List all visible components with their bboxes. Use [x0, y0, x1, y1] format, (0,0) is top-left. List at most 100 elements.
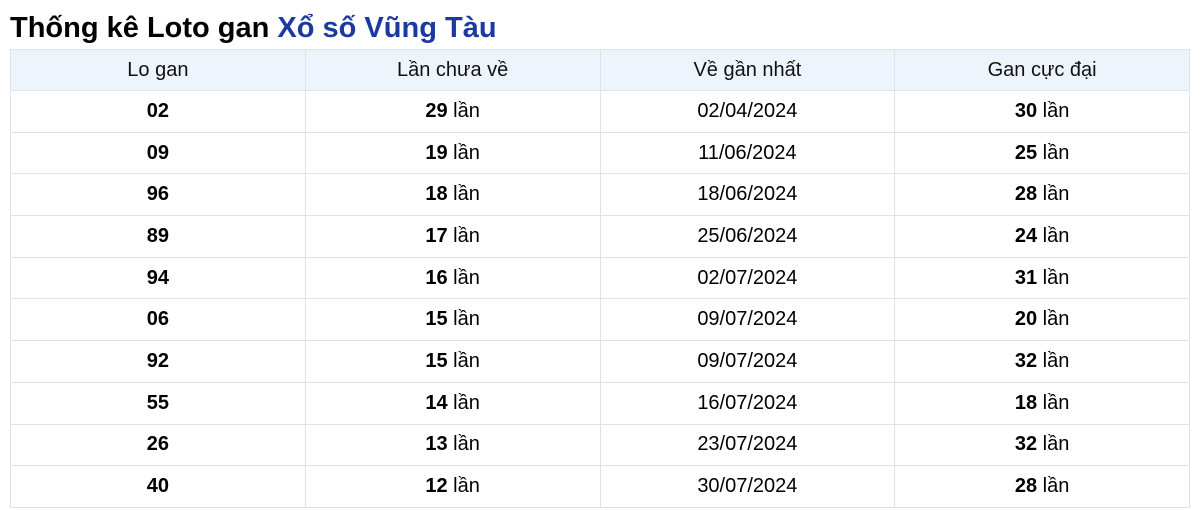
gan-cuc-dai-value: 25 [1014, 141, 1038, 164]
cell-lan-chua-ve: 29 lần [304, 90, 601, 133]
cell-gan-cuc-dai: 32 lần [894, 423, 1190, 467]
cell-lan-chua-ve: 18 lần [304, 173, 601, 217]
last-date-link[interactable]: 11/06/2024 [698, 142, 797, 164]
unit-label: lần [453, 475, 480, 498]
cell-lan-chua-ve: 15 lần [304, 298, 601, 342]
cell-lan-chua-ve: 13 lần [304, 423, 601, 467]
lo-number: 55 [146, 391, 169, 414]
lo-number: 26 [146, 433, 169, 456]
title-highlight-link[interactable]: Xổ số Vũng Tàu [277, 12, 496, 44]
lan-chua-ve-value: 17 [425, 224, 448, 247]
last-date-link[interactable]: 25/06/2024 [697, 225, 797, 247]
lo-number: 40 [146, 475, 169, 498]
cell-lo-gan: 94 [10, 256, 306, 300]
unit-label: lần [453, 391, 480, 414]
lo-number: 02 [146, 99, 169, 122]
gan-cuc-dai-value: 24 [1014, 224, 1038, 247]
cell-ve-gan-nhat: 16/07/2024 [599, 381, 896, 425]
unit-label: lần [453, 99, 480, 122]
loto-gan-table: Lo gan Lần chưa về Về gần nhất Gan cực đ… [10, 49, 1190, 508]
cell-gan-cuc-dai: 24 lần [894, 215, 1190, 258]
unit-label: lần [1042, 99, 1070, 122]
cell-lan-chua-ve: 14 lần [304, 381, 601, 425]
last-date-link[interactable]: 30/07/2024 [697, 475, 797, 497]
cell-gan-cuc-dai: 28 lần [894, 465, 1190, 508]
unit-label: lần [1042, 266, 1070, 289]
last-date-link[interactable]: 02/07/2024 [697, 267, 797, 289]
table-row: 96 18 lần 18/06/2024 28 lần [10, 173, 1190, 217]
page-title: Thống kê Loto gan Xổ số Vũng Tàu [10, 9, 497, 47]
gan-cuc-dai-value: 31 [1014, 266, 1038, 289]
unit-label: lần [1042, 308, 1070, 331]
cell-lo-gan: 89 [10, 215, 306, 258]
cell-ve-gan-nhat: 02/04/2024 [599, 90, 896, 133]
lan-chua-ve-value: 15 [425, 349, 448, 372]
table-row: 89 17 lần 25/06/2024 24 lần [10, 215, 1190, 258]
lan-chua-ve-value: 13 [425, 433, 448, 456]
last-date-link[interactable]: 16/07/2024 [697, 392, 797, 414]
table-row: 55 14 lần 16/07/2024 18 lần [10, 381, 1190, 425]
unit-label: lần [1042, 475, 1070, 498]
table-header-row: Lo gan Lần chưa về Về gần nhất Gan cực đ… [10, 49, 1190, 91]
cell-ve-gan-nhat: 09/07/2024 [599, 298, 896, 342]
unit-label: lần [453, 141, 480, 164]
last-date-link[interactable]: 23/07/2024 [697, 433, 797, 455]
unit-label: lần [453, 183, 480, 206]
cell-ve-gan-nhat: 25/06/2024 [599, 215, 896, 258]
cell-ve-gan-nhat: 30/07/2024 [599, 465, 896, 508]
gan-cuc-dai-value: 30 [1014, 99, 1038, 122]
lan-chua-ve-value: 14 [425, 391, 448, 414]
cell-lo-gan: 06 [10, 298, 306, 342]
table-row: 26 13 lần 23/07/2024 32 lần [10, 423, 1190, 467]
unit-label: lần [453, 433, 480, 456]
cell-lo-gan: 02 [10, 90, 306, 133]
cell-lo-gan: 96 [10, 173, 306, 217]
last-date-link[interactable]: 09/07/2024 [697, 350, 797, 372]
unit-label: lần [1042, 183, 1070, 206]
lan-chua-ve-value: 18 [425, 183, 448, 206]
last-date-link[interactable]: 18/06/2024 [697, 183, 797, 205]
lo-number: 89 [146, 224, 169, 247]
column-header-lo-gan: Lo gan [10, 49, 306, 91]
column-header-ve-gan-nhat: Về gần nhất [599, 49, 896, 91]
unit-label: lần [1042, 391, 1070, 414]
gan-cuc-dai-value: 18 [1014, 391, 1038, 414]
cell-ve-gan-nhat: 18/06/2024 [599, 173, 896, 217]
cell-gan-cuc-dai: 25 lần [894, 131, 1190, 175]
lan-chua-ve-value: 16 [425, 266, 448, 289]
column-header-lan-chua-ve: Lần chưa về [304, 49, 601, 91]
cell-lan-chua-ve: 19 lần [304, 131, 601, 175]
unit-label: lần [453, 349, 480, 372]
cell-lo-gan: 26 [10, 423, 306, 467]
unit-label: lần [453, 308, 480, 331]
cell-gan-cuc-dai: 31 lần [894, 256, 1190, 300]
lan-chua-ve-value: 19 [425, 141, 448, 164]
cell-ve-gan-nhat: 02/07/2024 [599, 256, 896, 300]
cell-gan-cuc-dai: 28 lần [894, 173, 1190, 217]
lo-number: 92 [146, 349, 169, 372]
cell-gan-cuc-dai: 32 lần [894, 340, 1190, 383]
unit-label: lần [1042, 433, 1070, 456]
gan-cuc-dai-value: 20 [1014, 308, 1038, 331]
table-body: 02 29 lần 02/04/2024 30 lần 09 19 lần 11/06/20… [10, 90, 1190, 508]
table-row: 09 19 lần 11/06/2024 25 lần [10, 131, 1190, 175]
cell-ve-gan-nhat: 23/07/2024 [599, 423, 896, 467]
lo-number: 06 [146, 308, 169, 331]
lan-chua-ve-value: 29 [425, 99, 448, 122]
table-row: 02 29 lần 02/04/2024 30 lần [10, 90, 1190, 133]
unit-label: lần [1042, 224, 1070, 247]
unit-label: lần [1042, 349, 1070, 372]
last-date-link[interactable]: 02/04/2024 [697, 100, 797, 122]
gan-cuc-dai-value: 28 [1014, 475, 1038, 498]
cell-lan-chua-ve: 17 lần [304, 215, 601, 258]
lo-number: 96 [146, 183, 169, 206]
cell-gan-cuc-dai: 20 lần [894, 298, 1190, 342]
table-row: 06 15 lần 09/07/2024 20 lần [10, 298, 1190, 342]
gan-cuc-dai-value: 32 [1014, 433, 1038, 456]
title-prefix: Thống kê Loto gan [10, 12, 270, 44]
lo-number: 94 [146, 266, 169, 289]
last-date-link[interactable]: 09/07/2024 [697, 308, 797, 330]
column-header-gan-cuc-dai: Gan cực đại [894, 49, 1190, 91]
cell-ve-gan-nhat: 11/06/2024 [599, 131, 896, 175]
cell-ve-gan-nhat: 09/07/2024 [599, 340, 896, 383]
